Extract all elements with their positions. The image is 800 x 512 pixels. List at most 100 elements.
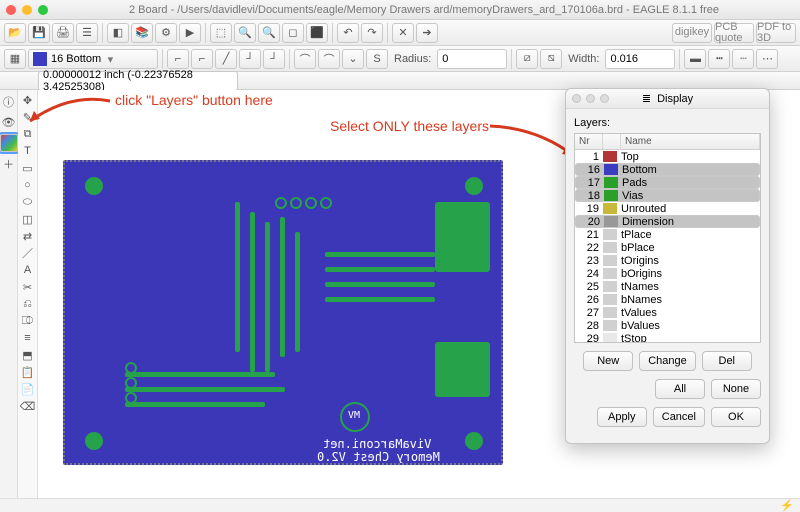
layer-name: tOrigins: [621, 255, 659, 267]
cam-button[interactable]: ☰: [76, 23, 98, 43]
layer-row-25[interactable]: 25 tNames: [575, 280, 760, 293]
layer-row-26[interactable]: 26 bNames: [575, 293, 760, 306]
redo-button[interactable]: ↷: [361, 23, 383, 43]
board-button[interactable]: ◧: [107, 23, 129, 43]
tool-button-14[interactable]: ≡: [20, 330, 36, 346]
layer-row-16[interactable]: 16 Bottom: [575, 163, 760, 176]
layer-row-21[interactable]: 21 tPlace: [575, 228, 760, 241]
cancel-button[interactable]: ✕: [392, 23, 414, 43]
tool-button-10[interactable]: A: [20, 262, 36, 278]
layer-swatch-icon: [603, 268, 617, 279]
digikey-button[interactable]: digikey: [672, 23, 712, 43]
style2-button[interactable]: ┅: [708, 49, 730, 69]
layer-select[interactable]: 16 Bottom: [28, 49, 158, 69]
radius-input[interactable]: 0: [437, 49, 507, 69]
none-button[interactable]: None: [711, 379, 761, 399]
annotation-2: Select ONLY these layers: [330, 118, 489, 134]
layer-row-19[interactable]: 19 Unrouted: [575, 202, 760, 215]
layer-row-17[interactable]: 17 Pads: [575, 176, 760, 189]
tool-button-7[interactable]: ◫: [20, 211, 36, 227]
tool-button-17[interactable]: 📄: [20, 381, 36, 397]
wirebend5-button[interactable]: ┘: [263, 49, 285, 69]
coord-readout: 0.00000012 inch (-0.22376528 3.42525308): [38, 71, 238, 91]
layer-row-22[interactable]: 22 bPlace: [575, 241, 760, 254]
wirebend2-button[interactable]: ⌐: [191, 49, 213, 69]
layer-swatch-icon: [33, 52, 47, 66]
layer-row-24[interactable]: 24 bOrigins: [575, 267, 760, 280]
del-button[interactable]: Del: [702, 351, 752, 371]
layer-row-20[interactable]: 20 Dimension: [575, 215, 760, 228]
print-icon: 🖨: [56, 26, 70, 39]
layer-swatch-icon: [603, 333, 617, 343]
tool-button-16[interactable]: 📋: [20, 364, 36, 380]
zoom-fit-button[interactable]: ⬚: [210, 23, 232, 43]
miter2-button[interactable]: ⧅: [540, 49, 562, 69]
eye-button[interactable]: 👁: [1, 114, 17, 130]
traffic-min-icon[interactable]: [22, 5, 32, 15]
layer-row-29[interactable]: 29 tStop: [575, 332, 760, 343]
grid-button[interactable]: ▦: [4, 49, 26, 69]
tool-button-15[interactable]: ⬒: [20, 347, 36, 363]
layer-row-1[interactable]: 1 Top: [575, 150, 760, 163]
all-button[interactable]: All: [655, 379, 705, 399]
tool-button-0[interactable]: ✥: [20, 92, 36, 108]
tool-button-9[interactable]: ／: [20, 245, 36, 261]
layer-row-23[interactable]: 23 tOrigins: [575, 254, 760, 267]
zoom-select-button[interactable]: ⬛: [306, 23, 328, 43]
layers-palette-button[interactable]: [0, 134, 18, 152]
apply-button[interactable]: Apply: [597, 407, 647, 427]
style4-button[interactable]: ⋯: [756, 49, 778, 69]
pdf3d-button[interactable]: PDF to 3D: [756, 23, 796, 43]
layer-row-18[interactable]: 18 Vias: [575, 189, 760, 202]
separator: [387, 23, 388, 43]
arc1-button[interactable]: ⌒: [294, 49, 316, 69]
traffic-close-icon[interactable]: [6, 5, 16, 15]
layer-list[interactable]: Nr Name 1 Top16 Bottom17 Pads18 Vias19 U…: [574, 133, 761, 343]
tool-button-18[interactable]: ⌫: [20, 398, 36, 414]
ulp-button[interactable]: ▶: [179, 23, 201, 43]
tool-button-12[interactable]: ⎌: [20, 296, 36, 312]
tool-button-13[interactable]: ⎄: [20, 313, 36, 329]
tool-button-2[interactable]: ⧉: [20, 126, 36, 142]
save-button[interactable]: 💾: [28, 23, 50, 43]
cancel-dlg-button[interactable]: Cancel: [653, 407, 705, 427]
tool-button-11[interactable]: ✂: [20, 279, 36, 295]
new-button[interactable]: New: [583, 351, 633, 371]
script-button[interactable]: ⚙: [155, 23, 177, 43]
style1-button[interactable]: ▬: [684, 49, 706, 69]
tool-button-1[interactable]: ✎: [20, 109, 36, 125]
traffic-zoom-icon[interactable]: [38, 5, 48, 15]
tool-button-6[interactable]: ⬭: [20, 194, 36, 210]
wirebend4-button[interactable]: ┘: [239, 49, 261, 69]
layer-row-28[interactable]: 28 bValues: [575, 319, 760, 332]
open-button[interactable]: 📂: [4, 23, 26, 43]
arc4-button[interactable]: S: [366, 49, 388, 69]
change-button[interactable]: Change: [639, 351, 696, 371]
print-button[interactable]: 🖨: [52, 23, 74, 43]
tool-button-8[interactable]: ⇄: [20, 228, 36, 244]
undo-button[interactable]: ↶: [337, 23, 359, 43]
tool-button-3[interactable]: T: [20, 143, 36, 159]
redraw-button[interactable]: ◻: [282, 23, 304, 43]
wirebend3-button[interactable]: ╱: [215, 49, 237, 69]
radius-label: Radius:: [390, 53, 435, 65]
layer-name: Top: [621, 151, 639, 163]
mark-button[interactable]: ＋: [1, 156, 17, 172]
miter1-button[interactable]: ⧄: [516, 49, 538, 69]
info-button[interactable]: ⓘ: [1, 94, 17, 110]
style3-button[interactable]: ┄: [732, 49, 754, 69]
arc3-button[interactable]: ⌄: [342, 49, 364, 69]
wirebend1-button[interactable]: ⌐: [167, 49, 189, 69]
zoom-in-button[interactable]: 🔍: [234, 23, 256, 43]
go-button[interactable]: ➔: [416, 23, 438, 43]
layer-swatch-icon: [603, 307, 617, 318]
pcbquote-button[interactable]: PCB quote: [714, 23, 754, 43]
tool-button-5[interactable]: ○: [20, 177, 36, 193]
width-input[interactable]: 0.016: [605, 49, 675, 69]
lib-button[interactable]: 📚: [131, 23, 153, 43]
ok-button[interactable]: OK: [711, 407, 761, 427]
zoom-out-button[interactable]: 🔍: [258, 23, 280, 43]
layer-row-27[interactable]: 27 tValues: [575, 306, 760, 319]
tool-button-4[interactable]: ▭: [20, 160, 36, 176]
arc2-button[interactable]: ⌒: [318, 49, 340, 69]
